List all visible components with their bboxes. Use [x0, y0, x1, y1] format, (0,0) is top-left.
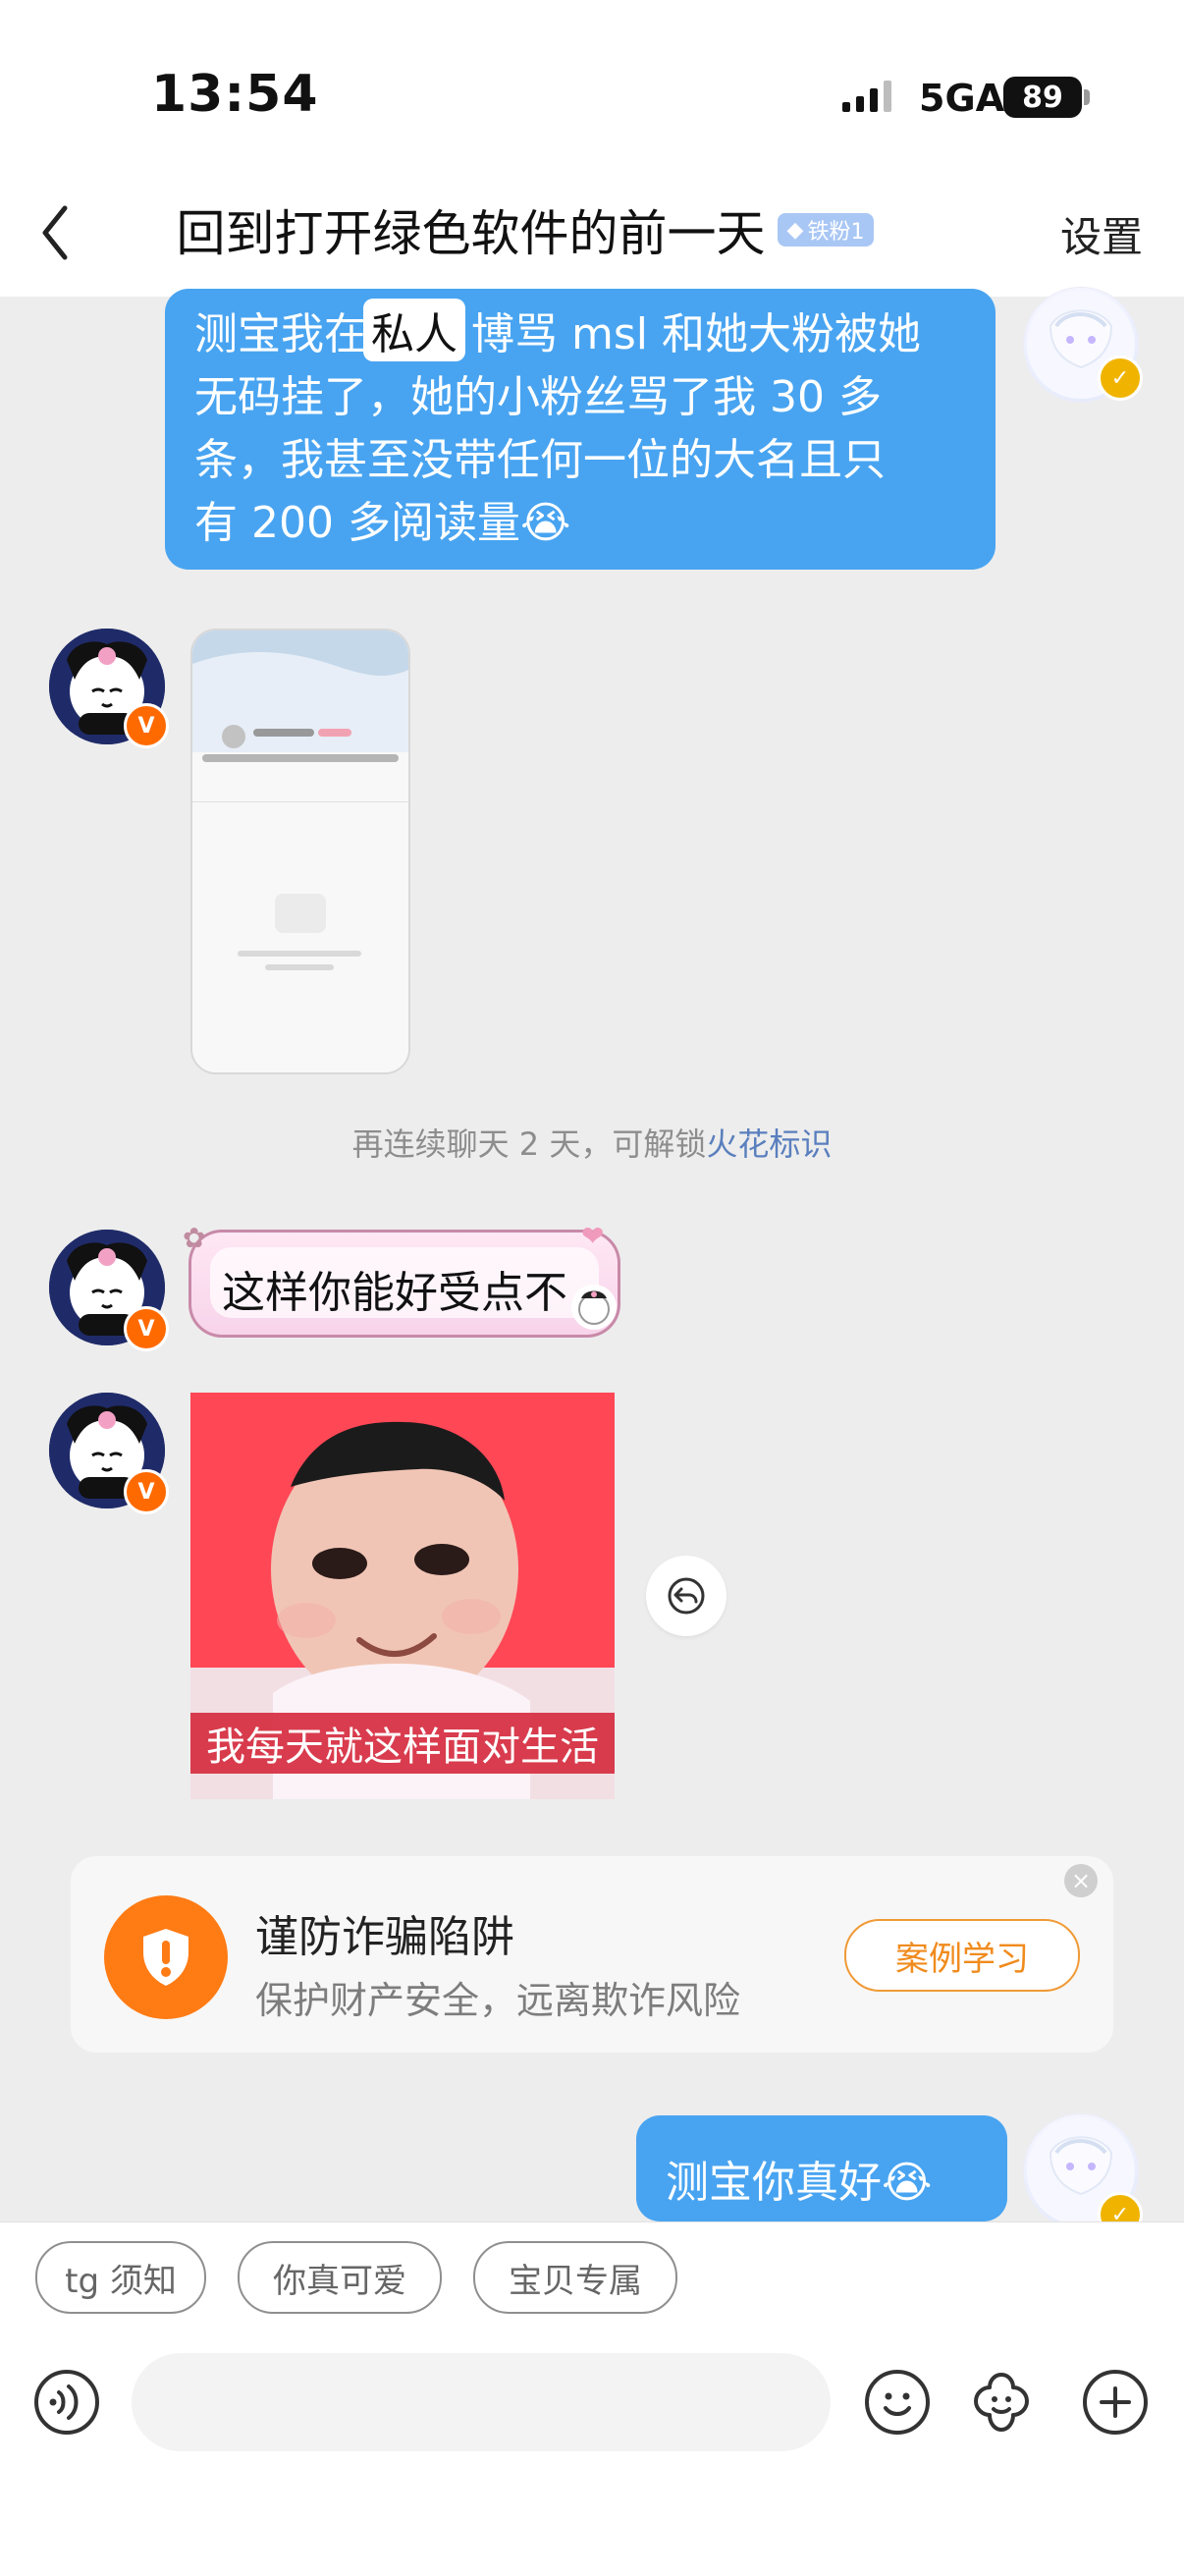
close-button[interactable]: ×: [1064, 1864, 1098, 1897]
shared-screenshot-image: [192, 630, 408, 1072]
quick-reply-cute[interactable]: 你真可爱: [238, 2241, 442, 2314]
battery-level: 89: [1003, 77, 1082, 118]
shield-icon: [143, 1929, 188, 1986]
bow-icon: ❤: [581, 1220, 605, 1252]
outgoing-message-line-2: 无码挂了，她的小粉丝骂了我 30 多: [194, 372, 882, 422]
diamond-icon: ◆: [786, 217, 804, 243]
status-time: 13:54: [151, 65, 319, 124]
battery-cap: [1084, 89, 1090, 105]
emoji-icon: [865, 2370, 930, 2435]
verified-badge: ✓: [1098, 356, 1143, 401]
network-label: 5GA: [919, 77, 1005, 120]
outgoing-message-line-4: 有 200 多阅读量😭: [194, 498, 571, 548]
voice-button[interactable]: [31, 2367, 102, 2438]
mascot-face-icon: [578, 1290, 610, 1325]
sticker-message-text: 这样你能好受点不: [222, 1268, 567, 1318]
chat-title-group: 回到打开绿色软件的前一天 ◆ 铁粉1: [118, 192, 933, 267]
outgoing-message-line-1a: 测宝我在: [194, 309, 367, 359]
verified-badge: V: [124, 1469, 169, 1514]
emoji-button[interactable]: [862, 2367, 933, 2438]
sticker-message: 这样你能好受点不 ✿ ❤: [183, 1220, 620, 1338]
outgoing-message-line-1b: 博骂 msl 和她大粉被她: [471, 309, 921, 359]
sticker-icon: [974, 2373, 1029, 2432]
system-tip-prefix: 再连续聊天 2 天，可解锁: [351, 1125, 707, 1163]
bow-icon: ✿: [183, 1222, 206, 1254]
outgoing-message-line-3: 条，我甚至没带任何一位的大名且只: [194, 435, 886, 485]
notice-subtitle: 保护财产安全，远离欺诈风险: [255, 1979, 741, 2022]
chat-system-tip: 再连续聊天 2 天，可解锁火花标识: [0, 1120, 1184, 1165]
retract-button[interactable]: [646, 1556, 727, 1636]
notice-title: 谨防诈骗陷阱: [255, 1912, 514, 1962]
verified-badge: V: [124, 1306, 169, 1351]
back-button[interactable]: [24, 191, 84, 275]
mascot-sticker-icon: [571, 1285, 617, 1330]
verified-badge: V: [124, 703, 169, 748]
add-button[interactable]: [1080, 2367, 1151, 2438]
spark-link[interactable]: 火花标识: [706, 1125, 832, 1163]
case-study-button[interactable]: 案例学习: [844, 1919, 1080, 1992]
outgoing-message-text: 测宝你真好😭: [666, 2158, 933, 2208]
privacy-highlight: 私人: [363, 299, 465, 361]
message-input[interactable]: [132, 2353, 831, 2451]
warning-shield-icon: [104, 1895, 228, 2019]
shared-screenshot-card[interactable]: [190, 629, 410, 1074]
retract-icon: [668, 1577, 705, 1615]
chat-title: 回到打开绿色软件的前一天: [176, 205, 766, 262]
close-icon: ×: [1070, 1867, 1092, 1894]
sticker-button[interactable]: [966, 2367, 1037, 2438]
back-icon: [42, 205, 68, 260]
quick-reply-baby[interactable]: 宝贝专属: [473, 2241, 677, 2314]
meme-caption: 我每天就这样面对生活: [190, 1713, 615, 1774]
fan-badge: ◆ 铁粉1: [777, 213, 875, 247]
settings-link[interactable]: 设置: [1060, 204, 1143, 264]
fan-badge-label: 铁粉1: [807, 220, 865, 245]
signal-icon: [842, 81, 891, 112]
quick-reply-tg[interactable]: tg 须知: [35, 2241, 206, 2314]
add-icon: [1083, 2370, 1148, 2435]
voice-icon: [34, 2370, 99, 2435]
